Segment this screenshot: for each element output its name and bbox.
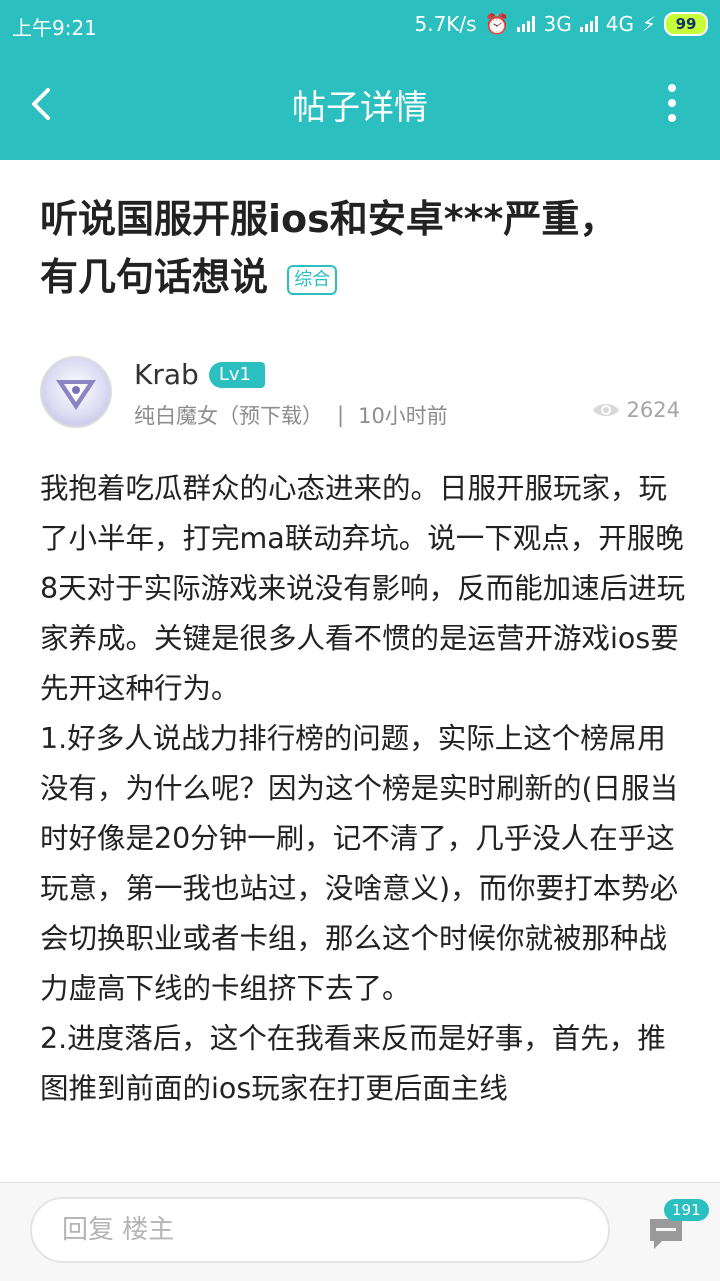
author-name[interactable]: Krab	[134, 358, 199, 391]
category-tag[interactable]: 综合	[287, 264, 338, 295]
charging-icon: ⚡	[641, 12, 656, 36]
signal-icon	[517, 16, 536, 32]
level-badge: Lv1	[208, 361, 265, 388]
network-type-2: 4G	[605, 12, 634, 36]
bottom-bar: 回复 楼主 191	[0, 1182, 720, 1281]
eye-icon	[592, 404, 619, 416]
avatar-emblem-icon	[56, 380, 96, 410]
more-button[interactable]	[660, 84, 684, 126]
post-paragraph: 1.好多人说战力排行榜的问题，实际上这个榜屌用没有，为什么呢？因为这个榜是实时刷…	[40, 722, 679, 1005]
post-title: 听说国服开服ios和安卓***严重，有几句话想说 综合	[40, 190, 640, 306]
page-title: 帖子详情	[292, 88, 428, 128]
battery-icon: 99	[664, 12, 708, 36]
network-type-1: 3G	[543, 12, 572, 36]
more-vertical-icon	[668, 84, 676, 92]
alarm-icon: ⏰	[484, 12, 510, 36]
post-body: 我抱着吃瓜群众的心态进来的。日服开服玩家，玩了小半年，打完ma联动弃坑。说一下观…	[40, 464, 686, 1114]
status-icons: 5.7K/s ⏰ 3G 4G ⚡ 99	[414, 12, 708, 36]
post-paragraph: 2.进度落后，这个在我看来反而是好事，首先，推图推到前面的ios玩家在打更后面主…	[40, 1022, 666, 1105]
status-time: 上午9:21	[12, 16, 97, 40]
reply-input[interactable]: 回复 楼主	[30, 1197, 610, 1263]
game-source[interactable]: 纯白魔女（预下载）	[134, 400, 323, 430]
post-time: 10小时前	[358, 404, 448, 428]
comment-count-badge: 191	[664, 1199, 709, 1221]
avatar[interactable]	[40, 356, 112, 428]
author-row: Krab Lv1	[134, 358, 265, 391]
net-speed: 5.7K/s	[414, 12, 477, 36]
post-meta: 纯白魔女（预下载） | 10小时前	[134, 400, 448, 430]
view-count-value: 2624	[626, 398, 680, 422]
view-count: 2624	[591, 398, 680, 422]
post-paragraph: 我抱着吃瓜群众的心态进来的。日服开服玩家，玩了小半年，打完ma联动弃坑。说一下观…	[40, 472, 686, 705]
meta-separator: |	[337, 403, 345, 427]
status-bar: 上午9:21 5.7K/s ⏰ 3G 4G ⚡ 99	[0, 0, 720, 48]
signal-icon-2	[579, 16, 598, 32]
app-bar: 帖子详情	[0, 48, 720, 160]
